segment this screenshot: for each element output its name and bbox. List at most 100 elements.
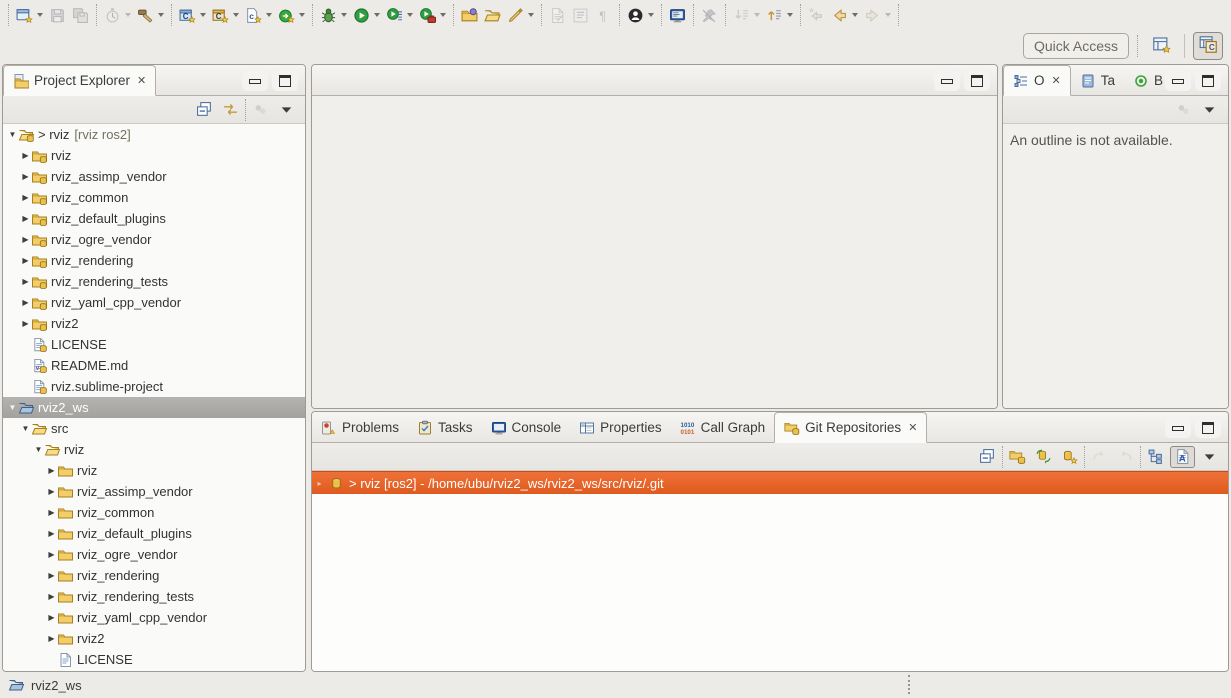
expand-icon[interactable]: ▶ bbox=[46, 550, 57, 559]
cpp-perspective-button[interactable]: C bbox=[1193, 32, 1223, 60]
new-c-project-dropdown-arrow[interactable] bbox=[200, 13, 206, 17]
bottom-tab-call-graph[interactable]: 10100101Call Graph bbox=[671, 413, 775, 442]
link-with-editor-button[interactable] bbox=[219, 99, 242, 121]
hierarchy-layout-button[interactable] bbox=[1144, 446, 1167, 468]
expand-icon[interactable]: ▶ bbox=[46, 592, 57, 601]
tree-row-rviz2[interactable]: ▶rviz2 bbox=[3, 313, 305, 334]
user-account-dropdown-arrow[interactable] bbox=[648, 13, 654, 17]
run-dropdown-arrow[interactable] bbox=[374, 13, 380, 17]
collapse-all-button[interactable] bbox=[976, 446, 999, 468]
bottom-tab-problems[interactable]: Problems bbox=[312, 413, 408, 442]
back-dropdown-arrow[interactable] bbox=[852, 13, 858, 17]
collapse-icon[interactable]: ▼ bbox=[33, 445, 44, 454]
minimize-button[interactable] bbox=[1165, 418, 1191, 438]
new-c-file-dropdown-arrow[interactable] bbox=[266, 13, 272, 17]
tree-row-rviz-yaml-cpp-vendor[interactable]: ▶rviz_yaml_cpp_vendor bbox=[3, 292, 305, 313]
new-cpp-project-dropdown-arrow[interactable] bbox=[233, 13, 239, 17]
expand-icon[interactable]: ▸ bbox=[315, 479, 324, 488]
view-menu-button[interactable] bbox=[1198, 99, 1221, 121]
new-c-file-button[interactable]: c bbox=[242, 3, 275, 27]
outline-tab-ta[interactable]: Ta bbox=[1071, 66, 1124, 95]
tab-project-explorer[interactable]: Project Explorer ✕ bbox=[3, 65, 156, 96]
quick-access-box[interactable]: Quick Access bbox=[1023, 33, 1129, 59]
run-history-button[interactable] bbox=[383, 3, 416, 27]
new-wizard-dropdown-arrow[interactable] bbox=[37, 13, 43, 17]
open-perspective-button[interactable] bbox=[1146, 32, 1176, 60]
tree-row-rviz-common[interactable]: ▶rviz_common bbox=[3, 502, 305, 523]
bottom-tab-tasks[interactable]: Tasks bbox=[408, 413, 482, 442]
coverage-button[interactable] bbox=[416, 3, 449, 27]
expand-icon[interactable]: ▶ bbox=[20, 235, 31, 244]
minimize-button[interactable] bbox=[934, 71, 960, 91]
back-button[interactable] bbox=[828, 3, 861, 27]
close-icon[interactable]: ✕ bbox=[1052, 74, 1061, 87]
bottom-tab-git-repositories[interactable]: Git Repositories✕ bbox=[774, 412, 927, 443]
add-repo-button[interactable] bbox=[1006, 446, 1029, 468]
debug-button[interactable] bbox=[317, 3, 350, 27]
tree-row-rviz2-ws[interactable]: ▼rviz2_ws bbox=[3, 397, 305, 418]
new-c-project-button[interactable]: C bbox=[176, 3, 209, 27]
run-history-dropdown-arrow[interactable] bbox=[407, 13, 413, 17]
tree-row-rviz-rendering-tests[interactable]: ▶rviz_rendering_tests bbox=[3, 586, 305, 607]
highlighter-dropdown-arrow[interactable] bbox=[528, 13, 534, 17]
collapse-icon[interactable]: ▼ bbox=[20, 424, 31, 433]
expand-icon[interactable]: ▶ bbox=[20, 277, 31, 286]
expand-icon[interactable]: ▶ bbox=[20, 214, 31, 223]
bottom-tab-console[interactable]: Console bbox=[482, 413, 571, 442]
expand-icon[interactable]: ▶ bbox=[20, 298, 31, 307]
tree-row--rviz[interactable]: ▼> rviz[rviz ros2] bbox=[3, 124, 305, 145]
build-hammer-button[interactable] bbox=[134, 3, 167, 27]
expand-icon[interactable]: ▶ bbox=[46, 487, 57, 496]
new-cpp-project-button[interactable]: C bbox=[209, 3, 242, 27]
tree-row-readme-md[interactable]: vREADME.md bbox=[3, 355, 305, 376]
expand-icon[interactable]: ▶ bbox=[20, 256, 31, 265]
tree-row-rviz-ogre-vendor[interactable]: ▶rviz_ogre_vendor bbox=[3, 229, 305, 250]
run-button[interactable] bbox=[350, 3, 383, 27]
tree-row-rviz-ogre-vendor[interactable]: ▶rviz_ogre_vendor bbox=[3, 544, 305, 565]
maximize-button[interactable] bbox=[272, 71, 298, 91]
maximize-button[interactable] bbox=[1195, 418, 1221, 438]
expand-icon[interactable]: ▶ bbox=[46, 634, 57, 643]
tree-row-rviz-common[interactable]: ▶rviz_common bbox=[3, 187, 305, 208]
close-icon[interactable]: ✕ bbox=[908, 421, 917, 434]
expand-icon[interactable]: ▶ bbox=[20, 172, 31, 181]
close-icon[interactable]: ✕ bbox=[137, 74, 146, 87]
tree-row-rviz-default-plugins[interactable]: ▶rviz_default_plugins bbox=[3, 523, 305, 544]
maximize-button[interactable] bbox=[964, 71, 990, 91]
view-menu-button[interactable] bbox=[275, 99, 298, 121]
tree-row-src[interactable]: ▼src bbox=[3, 418, 305, 439]
view-menu-button[interactable] bbox=[1198, 446, 1221, 468]
new-launch-config-button[interactable] bbox=[275, 3, 308, 27]
tree-row-rviz2[interactable]: ▶rviz2 bbox=[3, 628, 305, 649]
expand-icon[interactable]: ▶ bbox=[46, 613, 57, 622]
bottom-tab-properties[interactable]: Properties bbox=[570, 413, 671, 442]
user-account-button[interactable] bbox=[624, 3, 657, 27]
clone-repo-button[interactable] bbox=[1032, 446, 1055, 468]
tree-row-rviz-rendering[interactable]: ▶rviz_rendering bbox=[3, 250, 305, 271]
tree-row-license[interactable]: LICENSE bbox=[3, 649, 305, 670]
coverage-dropdown-arrow[interactable] bbox=[440, 13, 446, 17]
expand-icon[interactable]: ▶ bbox=[46, 571, 57, 580]
tree-row-rviz[interactable]: ▶rviz bbox=[3, 460, 305, 481]
git-repository-row[interactable]: ▸ > rviz [ros2] - /home/ubu/rviz2_ws/rvi… bbox=[312, 471, 1228, 494]
maximize-button[interactable] bbox=[1195, 71, 1221, 91]
collapse-all-button[interactable] bbox=[193, 99, 216, 121]
open-task-folder-button[interactable] bbox=[458, 3, 481, 27]
highlighter-button[interactable] bbox=[504, 3, 537, 27]
outline-tab-o[interactable]: O✕ bbox=[1003, 65, 1071, 96]
tree-row-rviz[interactable]: ▼rviz bbox=[3, 439, 305, 460]
expand-icon[interactable]: ▶ bbox=[20, 151, 31, 160]
new-repo-button[interactable] bbox=[1058, 446, 1081, 468]
debug-dropdown-arrow[interactable] bbox=[341, 13, 347, 17]
build-hammer-dropdown-arrow[interactable] bbox=[158, 13, 164, 17]
prev-annotation-button[interactable] bbox=[763, 3, 796, 27]
expand-icon[interactable]: ▶ bbox=[46, 466, 57, 475]
new-launch-config-dropdown-arrow[interactable] bbox=[299, 13, 305, 17]
tree-row-rviz-default-plugins[interactable]: ▶rviz_default_plugins bbox=[3, 208, 305, 229]
tree-row-rviz-yaml-cpp-vendor[interactable]: ▶rviz_yaml_cpp_vendor bbox=[3, 607, 305, 628]
tree-row-license[interactable]: LICENSE bbox=[3, 334, 305, 355]
minimize-button[interactable] bbox=[1165, 71, 1191, 91]
tree-row-rviz-assimp-vendor[interactable]: ▶rviz_assimp_vendor bbox=[3, 481, 305, 502]
open-folder-button[interactable] bbox=[481, 3, 504, 27]
tree-row-rviz-sublime-project[interactable]: rviz.sublime-project bbox=[3, 376, 305, 397]
